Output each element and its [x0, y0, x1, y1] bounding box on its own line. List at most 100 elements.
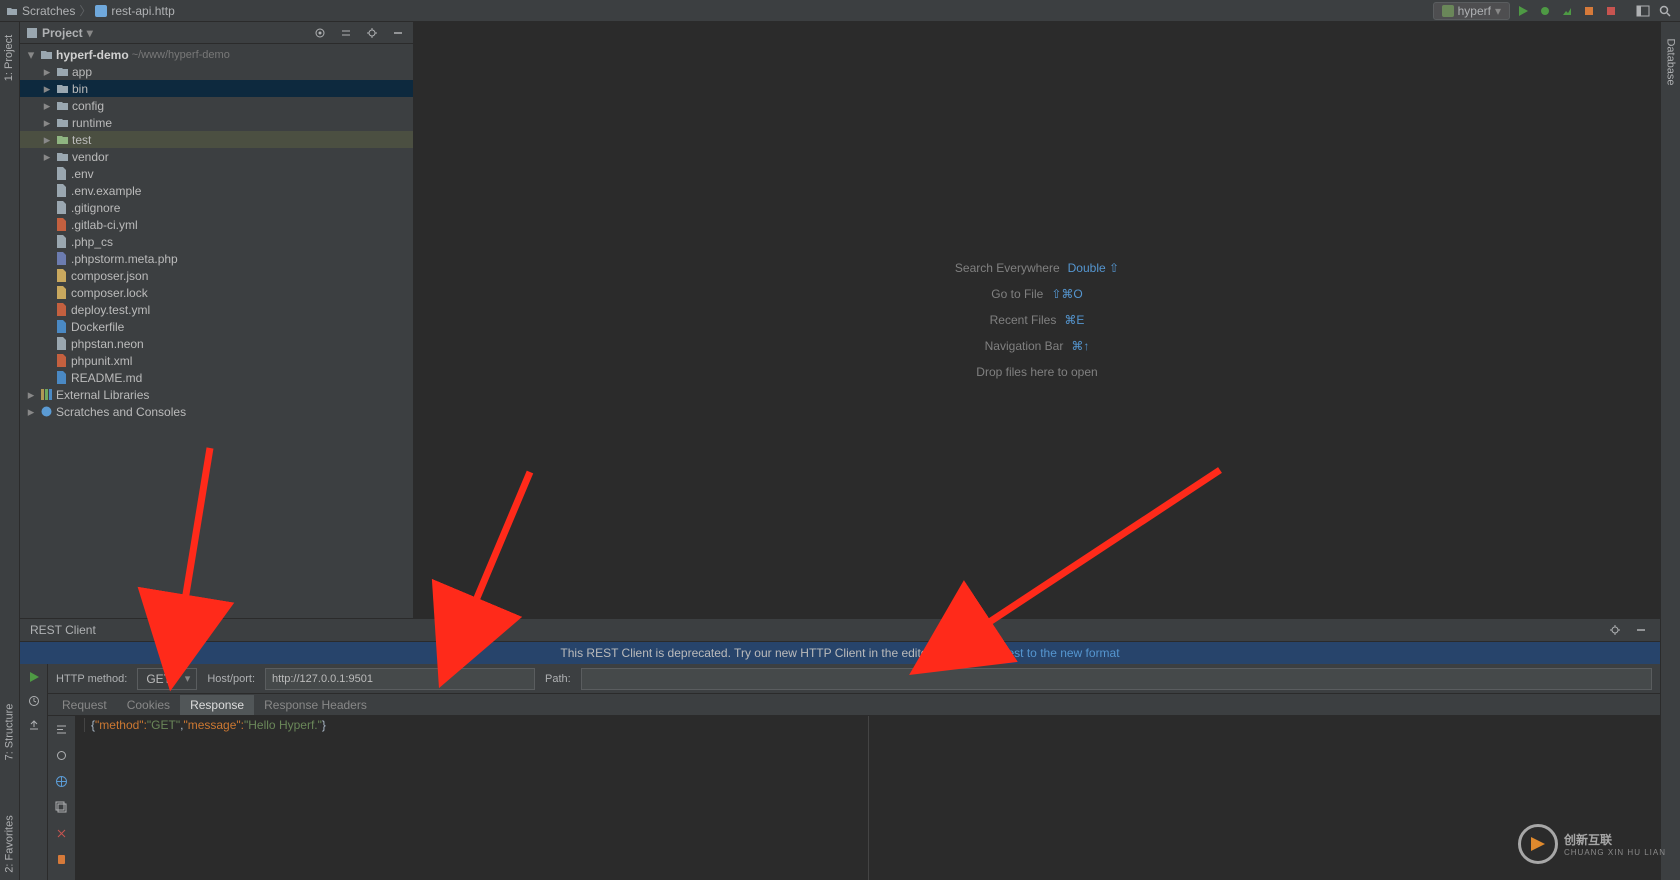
response-body[interactable]: {"method":"GET","message":"Hello Hyperf.… — [76, 716, 1660, 880]
save-response-icon[interactable] — [53, 824, 71, 842]
search-everywhere-icon[interactable] — [1656, 2, 1674, 20]
yaml-file-icon — [54, 218, 68, 232]
tree-label: .gitlab-ci.yml — [71, 218, 138, 232]
path-input[interactable] — [581, 668, 1652, 690]
run-icon[interactable] — [1514, 2, 1532, 20]
project-panel-title[interactable]: Project — [42, 26, 83, 40]
sidebar-tab-database[interactable]: Database — [1665, 38, 1677, 85]
tree-file[interactable]: .gitlab-ci.yml — [20, 216, 413, 233]
tab-cookies[interactable]: Cookies — [117, 695, 180, 715]
chevron-down-icon[interactable]: ▾ — [87, 26, 93, 40]
tree-dir-runtime[interactable]: ▸runtime — [20, 114, 413, 131]
convert-request-link[interactable]: Convert request to the new format — [938, 646, 1119, 660]
pin-icon[interactable] — [53, 850, 71, 868]
breadcrumb-folder[interactable]: Scratches — [22, 4, 75, 18]
view-raw-icon[interactable] — [53, 746, 71, 764]
tree-root-path: ~/www/hyperf-demo — [132, 49, 230, 61]
scratches-icon — [39, 405, 53, 419]
run-config-label: hyperf — [1458, 4, 1491, 18]
deprecation-banner: This REST Client is deprecated. Try our … — [20, 642, 1660, 664]
folder-icon — [55, 65, 69, 79]
tree-label: vendor — [72, 150, 109, 164]
tree-label: .env — [71, 167, 94, 181]
tree-external-libraries[interactable]: ▸External Libraries — [20, 386, 413, 403]
http-method-select[interactable]: GET — [137, 668, 197, 690]
gear-icon[interactable] — [363, 24, 381, 42]
stop-icon[interactable] — [1602, 2, 1620, 20]
debug-icon[interactable] — [1536, 2, 1554, 20]
tree-file[interactable]: Dockerfile — [20, 318, 413, 335]
response-action-gutter — [48, 716, 76, 880]
left-tool-gutter: 1: Project 7: Structure 2: Favorites — [0, 22, 20, 880]
tree-file[interactable]: .env — [20, 165, 413, 182]
top-toolbar-right: hyperf ▾ — [1433, 2, 1674, 20]
select-opened-file-icon[interactable] — [311, 24, 329, 42]
tree-dir-bin[interactable]: ▸bin — [20, 80, 413, 97]
gear-icon[interactable] — [1606, 621, 1624, 639]
http-method-value: GET — [146, 672, 171, 686]
project-tree[interactable]: ▾ hyperf-demo ~/www/hyperf-demo ▸app ▸bi… — [20, 44, 413, 618]
tree-file[interactable]: .gitignore — [20, 199, 413, 216]
host-port-input[interactable] — [265, 668, 535, 690]
layout-icon[interactable] — [1634, 2, 1652, 20]
coverage-icon[interactable] — [1558, 2, 1576, 20]
tree-root[interactable]: ▾ hyperf-demo ~/www/hyperf-demo — [20, 46, 413, 63]
yaml-file-icon — [54, 303, 68, 317]
sidebar-tab-structure[interactable]: 7: Structure — [4, 704, 16, 761]
tree-file[interactable]: phpunit.xml — [20, 352, 413, 369]
open-browser-icon[interactable] — [53, 772, 71, 790]
tab-request[interactable]: Request — [52, 695, 117, 715]
folder-icon — [55, 82, 69, 96]
tree-file[interactable]: .env.example — [20, 182, 413, 199]
tree-scratches[interactable]: ▸Scratches and Consoles — [20, 403, 413, 420]
hide-icon[interactable] — [1632, 621, 1650, 639]
breadcrumb[interactable]: Scratches 〉 rest-api.http — [6, 2, 175, 19]
top-toolbar: Scratches 〉 rest-api.http hyperf ▾ — [0, 0, 1680, 22]
banner-text: This REST Client is deprecated. Try our … — [560, 646, 934, 660]
tree-dir-vendor[interactable]: ▸vendor — [20, 148, 413, 165]
http-file-icon — [95, 5, 107, 17]
attach-profiler-icon[interactable] — [1580, 2, 1598, 20]
tree-label: app — [72, 65, 92, 79]
tree-file[interactable]: deploy.test.yml — [20, 301, 413, 318]
tree-file[interactable]: README.md — [20, 369, 413, 386]
run-request-icon[interactable] — [25, 668, 43, 686]
tree-label: runtime — [72, 116, 112, 130]
reformat-icon[interactable] — [53, 720, 71, 738]
tree-label: External Libraries — [56, 388, 149, 402]
tree-label: README.md — [71, 371, 142, 385]
tab-response[interactable]: Response — [180, 695, 254, 715]
copy-icon[interactable] — [53, 798, 71, 816]
tree-dir-config[interactable]: ▸config — [20, 97, 413, 114]
hide-icon[interactable] — [389, 24, 407, 42]
folder-icon — [55, 116, 69, 130]
tree-label: Dockerfile — [71, 320, 124, 334]
collapse-all-icon[interactable] — [337, 24, 355, 42]
json-key: "method" — [95, 718, 144, 732]
tab-response-headers[interactable]: Response Headers — [254, 695, 377, 715]
hint-drop-files: Drop files here to open — [976, 365, 1097, 379]
sidebar-tab-project[interactable]: 1: Project — [4, 35, 16, 81]
tree-file[interactable]: phpstan.neon — [20, 335, 413, 352]
hint-nav-bar: Navigation Bar — [985, 339, 1064, 353]
export-icon[interactable] — [25, 716, 43, 734]
tree-root-name: hyperf-demo — [56, 48, 129, 62]
sidebar-tab-favorites[interactable]: 2: Favorites — [4, 815, 16, 872]
chevron-right-icon: 〉 — [79, 2, 91, 19]
tree-file[interactable]: composer.lock — [20, 284, 413, 301]
request-config-row: HTTP method: GET Host/port: Path: — [48, 664, 1660, 694]
tree-label: phpstan.neon — [71, 337, 144, 351]
tree-file[interactable]: .phpstorm.meta.php — [20, 250, 413, 267]
tree-dir-test[interactable]: ▸test — [20, 131, 413, 148]
run-configuration-select[interactable]: hyperf ▾ — [1433, 2, 1510, 20]
file-icon — [54, 201, 68, 215]
file-icon — [54, 184, 68, 198]
tree-file[interactable]: composer.json — [20, 267, 413, 284]
history-icon[interactable] — [25, 692, 43, 710]
editor-empty-state[interactable]: Search EverywhereDouble ⇧ Go to File⇧⌘O … — [414, 22, 1660, 618]
rest-action-gutter — [20, 664, 48, 880]
tree-dir-app[interactable]: ▸app — [20, 63, 413, 80]
http-method-label: HTTP method: — [56, 673, 127, 685]
breadcrumb-file[interactable]: rest-api.http — [111, 4, 174, 18]
tree-file[interactable]: .php_cs — [20, 233, 413, 250]
